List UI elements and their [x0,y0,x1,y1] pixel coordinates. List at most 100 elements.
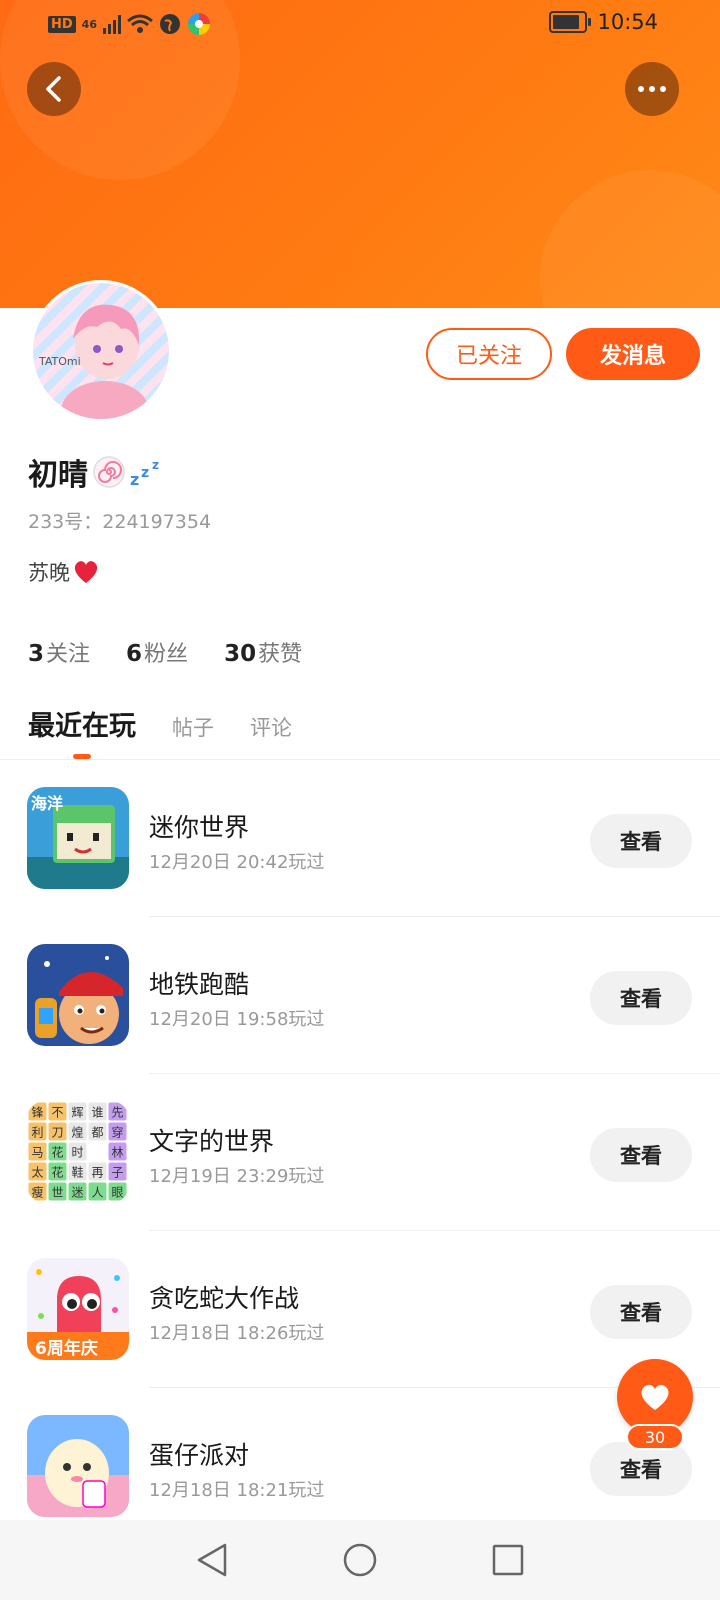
status-time: 10:54 [597,10,658,34]
word-tile-char: 利 [31,1126,43,1140]
like-count-badge: 30 [626,1424,684,1450]
back-button[interactable] [27,62,81,116]
tab-recently-played[interactable]: 最近在玩 [28,704,136,759]
word-tile-char: 锋 [31,1106,43,1120]
list-item[interactable]: 海洋 迷你世界 12月20日 20:42玩过 查看 [0,760,720,917]
nav-home-button[interactable] [339,1539,381,1581]
word-tile-char: 煌 [71,1126,83,1140]
word-tile-char: 时 [71,1146,83,1160]
naruto-spiral-badge-icon [93,456,125,488]
svg-text:海洋: 海洋 [31,794,63,813]
banner-decoration [540,170,720,308]
view-button[interactable]: 查看 [590,971,692,1025]
word-tile-char: 世 [51,1186,63,1200]
anime-avatar-illustration: TATOmi [33,283,169,419]
view-button[interactable]: 查看 [590,814,692,868]
likes-stat: 30获赞 [224,641,303,667]
profile-name: 初晴 [28,458,88,493]
system-nav-bar [0,1520,720,1600]
word-tile-char: 谁 [91,1106,103,1120]
battery-icon [549,11,592,33]
tab-posts[interactable]: 帖子 [172,712,214,742]
word-tile-char: 鞋 [71,1165,83,1180]
avatar[interactable]: TATOmi [30,280,172,422]
svg-text:6周年庆: 6周年庆 [35,1338,98,1359]
profile-bio: 苏晚 [28,557,100,587]
triangle-back-icon [197,1543,227,1577]
more-icon [638,86,666,92]
svg-text:z: z [130,470,139,487]
game-title: 贪吃蛇大作战 [149,1284,300,1313]
word-tile-char: 眼 [111,1186,123,1200]
vpn-globe-icon [159,14,180,34]
mini-world-game-icon: 海洋 [27,787,129,889]
app-notification-icon [187,13,210,35]
word-tile-char: 辉 [71,1106,83,1120]
view-button[interactable]: 查看 [590,1128,692,1182]
hd-indicator: HD [48,15,76,33]
list-item[interactable]: 6周年庆 贪吃蛇大作战 12月18日 18:26玩过 查看 [0,1231,720,1388]
send-message-button[interactable]: 发消息 [566,328,700,380]
signal-icon [102,14,121,34]
game-title: 迷你世界 [149,813,250,842]
last-played-time: 12月18日 18:21玩过 [149,1480,325,1501]
word-tile-char: 刀 [51,1126,63,1140]
view-button[interactable]: 查看 [590,1442,692,1496]
word-tile-char: 花 [51,1165,63,1180]
nav-recents-button[interactable] [487,1539,529,1581]
game-title: 蛋仔派对 [149,1441,250,1470]
word-tile-char: 马 [31,1146,43,1160]
game-title: 文字的世界 [149,1127,275,1156]
heart-icon [641,1384,669,1410]
list-item[interactable]: 锋不辉谁先利刀煌都穿马花时 林太花鞋再子瘦世迷人眼 文字的世界 12月19日 23… [0,1074,720,1231]
wifi-icon [127,14,153,33]
subway-surfers-game-icon [27,944,129,1046]
word-tile-char: 瘦 [31,1185,43,1200]
word-tile-char: 子 [111,1166,123,1180]
circle-home-icon [343,1543,377,1577]
followed-button[interactable]: 已关注 [426,328,552,380]
last-played-time: 12月18日 18:26玩过 [149,1323,325,1344]
last-played-time: 12月20日 20:42玩过 [149,852,325,873]
status-bar: HD 46 10:54 [0,0,720,50]
more-options-button[interactable] [625,62,679,116]
profile-stats: 3关注 6粉丝 30获赞 [28,636,302,668]
user-id: 233号：224197354 [28,511,212,533]
profile-header-banner: HD 46 10:54 [0,0,720,308]
word-tile-char: 都 [91,1126,103,1140]
eggy-party-game-icon [27,1415,129,1517]
profile-tabs: 最近在玩 帖子 评论 [28,704,292,759]
tab-comments[interactable]: 评论 [250,712,292,742]
profile-name-row: 初晴 zzz [28,450,168,494]
view-button[interactable]: 查看 [590,1285,692,1339]
word-world-game-icon: 锋不辉谁先利刀煌都穿马花时 林太花鞋再子瘦世迷人眼 [27,1101,129,1203]
fans-stat[interactable]: 6粉丝 [126,636,188,668]
last-played-time: 12月20日 19:58玩过 [149,1009,325,1030]
word-tile-char: 人 [91,1186,103,1200]
following-stat[interactable]: 3关注 [28,636,90,668]
game-title: 地铁跑酷 [149,970,250,999]
bio-text: 苏晚 [28,561,70,585]
red-heart-icon [74,561,98,583]
svg-text:z: z [152,458,159,472]
svg-text:TATOmi: TATOmi [38,355,81,368]
svg-text:z: z [141,465,149,481]
zzz-sleeping-icon: zzz [130,458,159,487]
square-recents-icon [492,1544,524,1576]
nav-back-button[interactable] [191,1539,233,1581]
last-played-time: 12月19日 23:29玩过 [149,1166,325,1187]
word-tile-char: 太 [31,1165,43,1180]
word-tile-char: 再 [91,1166,103,1180]
word-tile-char: 迷 [71,1186,83,1200]
word-tile-char: 花 [51,1145,63,1160]
word-tile [88,1142,107,1161]
snake-battle-game-icon: 6周年庆 [27,1258,129,1360]
chevron-left-icon [46,76,61,102]
word-tile-char: 不 [51,1106,63,1120]
word-tile-char: 林 [111,1146,123,1160]
network-type-indicator: 46 [81,17,97,31]
list-item[interactable]: 地铁跑酷 12月20日 19:58玩过 查看 [0,917,720,1074]
word-tile-char: 穿 [111,1125,123,1140]
word-tile-char: 先 [111,1106,123,1120]
recent-games-list: 海洋 迷你世界 12月20日 20:42玩过 查看 地铁跑酷 12月20日 19… [0,760,720,1545]
